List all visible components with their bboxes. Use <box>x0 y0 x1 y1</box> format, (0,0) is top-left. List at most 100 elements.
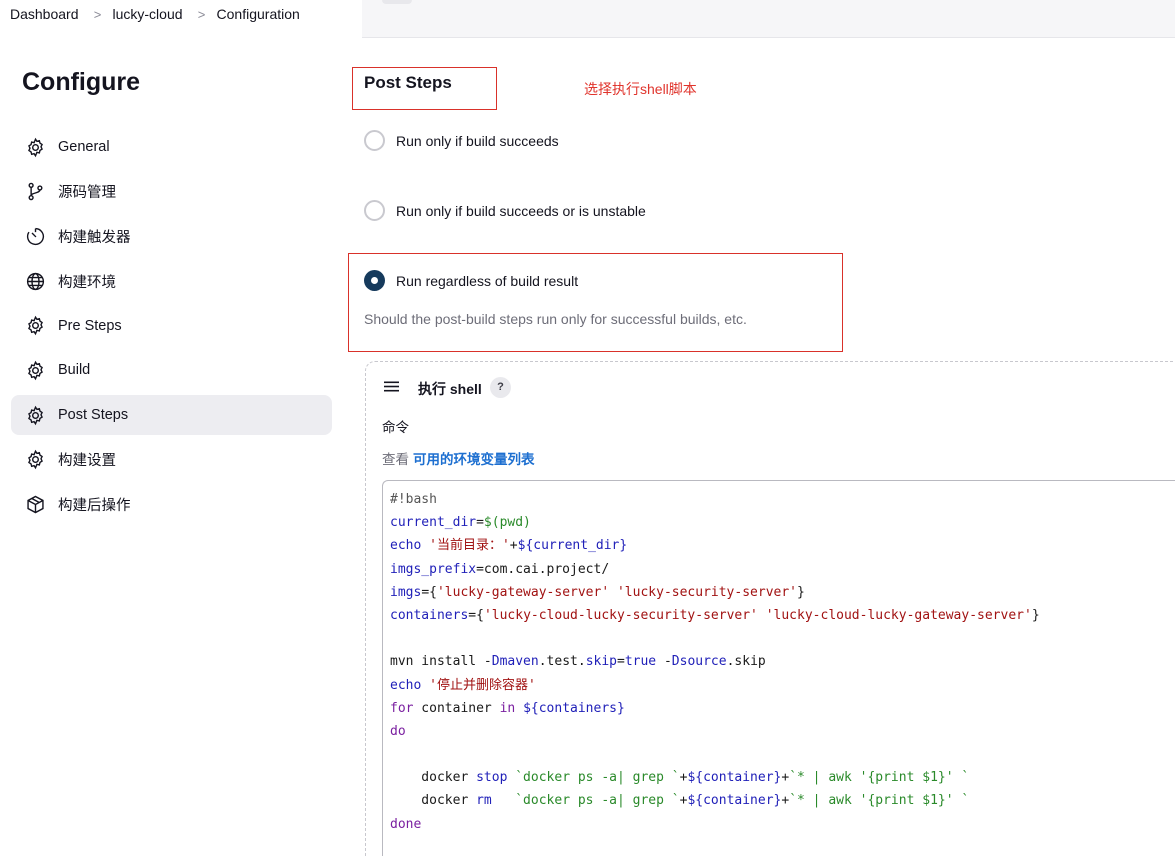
gear-icon <box>24 449 46 471</box>
code-line: mvn install -Dmaven.test.skip=true -Dsou… <box>390 650 1040 673</box>
sidebar-item-label: 构建触发器 <box>58 229 131 246</box>
code-token: current_dir <box>390 515 477 531</box>
radio-option-regardless[interactable]: Run regardless of build result <box>364 270 578 291</box>
sidebar-item-label: 源码管理 <box>58 185 116 202</box>
code-token: in <box>499 700 516 716</box>
radio-option-succeeds-or-unstable[interactable]: Run only if build succeeds or is unstabl… <box>364 200 646 221</box>
code-token: `docker ps -a| grep ` <box>515 770 680 786</box>
radio-label: Run only if build succeeds or is unstabl… <box>396 202 646 219</box>
sidebar-item-post-steps[interactable]: Post Steps <box>11 395 332 436</box>
drag-handle-icon[interactable] <box>383 378 400 395</box>
gear-icon <box>24 136 46 158</box>
sidebar-item-label: Pre Steps <box>58 317 122 334</box>
radio-help-text: Should the post-build steps run only for… <box>364 311 747 327</box>
breadcrumb-dashboard[interactable]: Dashboard <box>10 6 83 22</box>
env-vars-hint: 查看 可用的环境变量列表 <box>382 448 535 468</box>
build-step-title: 执行 shell <box>418 381 482 397</box>
code-token: = <box>617 654 625 670</box>
help-icon[interactable]: ? <box>490 377 511 398</box>
code-token: + <box>781 793 790 809</box>
sidebar-item-pre-steps[interactable]: Pre Steps <box>11 306 332 346</box>
command-label: 命令 <box>382 420 409 435</box>
code-token: for <box>390 700 414 716</box>
code-token: container <box>413 700 500 716</box>
package-icon <box>24 494 46 516</box>
sidebar-item-label: 构建设置 <box>58 453 116 470</box>
code-token: =com.cai.project/ <box>476 561 610 577</box>
sidebar-item-label: Post Steps <box>58 407 129 424</box>
code-token: 'lucky-cloud-lucky-security-server' <box>483 607 758 623</box>
code-line: docker stop `docker ps -a| grep ` +${cont… <box>390 766 1040 789</box>
code-line: imgs={'lucky-gateway-server' 'lucky-secu… <box>390 581 1040 604</box>
code-token: ${current_dir} <box>517 538 628 554</box>
code-token: ${container} <box>687 770 782 786</box>
code-token: echo <box>390 538 422 554</box>
code-token: 'lucky-gateway-server' <box>436 584 610 600</box>
code-token: } <box>797 584 805 600</box>
env-vars-link[interactable]: 可用的环境变量列表 <box>413 452 535 467</box>
code-token: done <box>390 816 422 832</box>
gear-icon <box>24 359 46 381</box>
code-token: 'lucky-security-server' <box>616 584 797 600</box>
radio-button-selected[interactable] <box>364 270 385 291</box>
code-token: ={ <box>468 607 484 623</box>
code-token: '停止并删除容器' <box>429 677 536 693</box>
sidebar-item-post-build-actions[interactable]: 构建后操作 <box>11 485 332 525</box>
code-token: .skip <box>726 654 766 670</box>
sidebar-item-build[interactable]: Build <box>11 350 332 390</box>
gear-icon <box>24 404 46 426</box>
code-line: current_dir=$(pwd) <box>390 511 1040 534</box>
code-line: imgs_prefix=com.cai.project/ <box>390 558 1040 581</box>
code-token: + <box>509 538 518 554</box>
code-line: ​ <box>390 627 1040 650</box>
code-line: #!bash <box>390 488 1040 511</box>
breadcrumb-project[interactable]: lucky-cloud <box>113 6 187 22</box>
radio-button[interactable] <box>364 200 385 221</box>
code-token: #!bash <box>390 492 437 507</box>
breadcrumb-configuration[interactable]: Configuration <box>217 6 304 22</box>
radio-option-succeeds[interactable]: Run only if build succeeds <box>364 130 559 151</box>
code-token: `* | awk '{print $1}' ` <box>789 770 970 786</box>
sidebar-item-build-settings[interactable]: 构建设置 <box>11 440 332 480</box>
code-line: docker rm `docker ps -a| grep ` +${contai… <box>390 789 1040 812</box>
top-bar: Dashboard > lucky-cloud > Configuration <box>0 0 1175 38</box>
code-token: Dmaven <box>491 654 539 670</box>
command-editor-content[interactable]: #!bash current_dir=$(pwd) echo '当前目录：'+${c… <box>390 488 1040 836</box>
sidebar-item-build-triggers[interactable]: 构建触发器 <box>11 216 332 256</box>
globe-icon <box>24 270 46 292</box>
sidebar-item-general[interactable]: General <box>11 127 332 167</box>
radio-button[interactable] <box>364 130 385 151</box>
sidebar-item-label: General <box>58 139 110 155</box>
radio-label: Run only if build succeeds <box>396 132 559 149</box>
code-line: echo '停止并删除容器' <box>390 674 1040 697</box>
code-token: stop <box>476 770 508 786</box>
breadcrumb-separator-icon: > <box>93 6 102 22</box>
code-token: ={ <box>421 584 437 600</box>
code-line: ​ <box>390 743 1040 766</box>
sidebar-item-label: Build <box>58 362 91 379</box>
timer-icon <box>24 225 46 247</box>
sidebar-item-label: 构建后操作 <box>58 498 131 514</box>
radio-label: Run regardless of build result <box>396 272 579 289</box>
sidebar-item-source-control[interactable]: 源码管理 <box>11 172 332 212</box>
annotation-highlight-box <box>348 253 843 352</box>
code-token: do <box>390 723 406 739</box>
code-token: + <box>781 770 790 786</box>
code-token: '当前目录：' <box>429 538 510 554</box>
sidebar-item-build-environment[interactable]: 构建环境 <box>11 261 332 301</box>
code-token: ${container} <box>687 793 782 809</box>
code-token: = <box>476 515 484 531</box>
code-token: echo <box>390 677 422 693</box>
code-line: containers={'lucky-cloud-lucky-security-… <box>390 604 1040 627</box>
code-token: .test. <box>538 654 586 670</box>
breadcrumb: Dashboard > lucky-cloud > Configuration <box>10 6 304 22</box>
sidebar-nav: General 源码管理 构建触发器 构建环境 Pre Steps Build <box>11 127 332 529</box>
code-line: do <box>390 720 1040 743</box>
code-token: containers <box>390 607 469 623</box>
code-line: for container in ${containers} <box>390 697 1040 720</box>
